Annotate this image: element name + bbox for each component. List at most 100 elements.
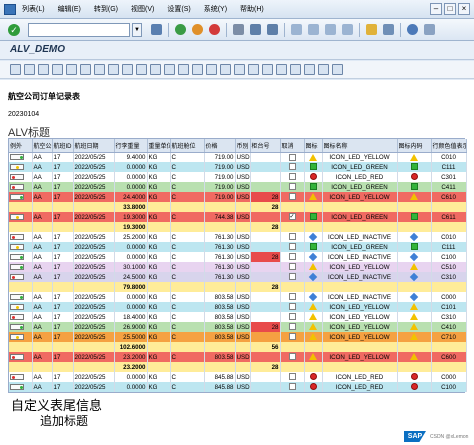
checkbox[interactable] bbox=[288, 353, 296, 361]
menu-help[interactable]: 帮助(H) bbox=[240, 4, 264, 14]
previous-page-icon[interactable] bbox=[308, 24, 319, 35]
cancel-checkbox[interactable] bbox=[280, 312, 305, 322]
checkbox[interactable] bbox=[288, 163, 296, 171]
customize-layout-icon[interactable] bbox=[424, 24, 435, 35]
cancel-icon[interactable] bbox=[209, 24, 220, 35]
table-row[interactable]: AA 17 2022/05/25 26.9000 KG C 803.58 USD 28 ICON_… bbox=[9, 322, 467, 332]
menu-system[interactable]: 系统(Y) bbox=[204, 4, 227, 14]
information-icon[interactable] bbox=[332, 64, 343, 75]
cancel-checkbox[interactable]: ✓ bbox=[280, 212, 305, 222]
sap-window-icon[interactable] bbox=[4, 4, 16, 15]
cancel-checkbox[interactable] bbox=[280, 152, 305, 162]
print-icon[interactable] bbox=[233, 24, 244, 35]
cancel-checkbox[interactable] bbox=[280, 202, 305, 212]
back-icon[interactable] bbox=[175, 24, 186, 35]
checkbox[interactable] bbox=[288, 193, 296, 201]
checkbox[interactable] bbox=[288, 253, 296, 261]
cancel-checkbox[interactable] bbox=[280, 222, 305, 232]
new-session-icon[interactable] bbox=[366, 24, 377, 35]
checkbox[interactable] bbox=[288, 273, 296, 281]
command-dropdown-icon[interactable]: ▼ bbox=[132, 22, 142, 37]
checkbox[interactable] bbox=[288, 383, 296, 391]
checkbox[interactable] bbox=[288, 233, 296, 241]
select-all-icon[interactable] bbox=[304, 64, 315, 75]
sort-ascending-icon[interactable] bbox=[38, 64, 49, 75]
cancel-checkbox[interactable] bbox=[280, 232, 305, 242]
local-file-icon[interactable] bbox=[178, 64, 189, 75]
column-header[interactable]: 图标名称 bbox=[322, 139, 398, 153]
cancel-checkbox[interactable] bbox=[280, 172, 305, 182]
menu-settings[interactable]: 设置(S) bbox=[167, 4, 190, 14]
deselect-all-icon[interactable] bbox=[318, 64, 329, 75]
maximize-icon[interactable]: □ bbox=[444, 3, 456, 15]
subtotal-row[interactable]: 23.2000 28 bbox=[9, 362, 467, 372]
table-row[interactable]: AA 17 2022/05/25 0.0000 KG C 845.88 USD ICON_LED… bbox=[9, 382, 467, 392]
cancel-checkbox[interactable] bbox=[280, 282, 305, 292]
column-header[interactable]: 航班日期 bbox=[73, 139, 115, 153]
column-header[interactable]: 取消 bbox=[280, 139, 305, 153]
checkbox[interactable] bbox=[288, 173, 296, 181]
column-header[interactable]: 价格 bbox=[204, 139, 236, 153]
subtotal-row[interactable]: 19.3000 28 bbox=[9, 222, 467, 232]
column-header[interactable]: 图标 bbox=[304, 139, 323, 153]
table-row[interactable]: AA 17 2022/05/25 23.2000 KG C 803.58 USD ICON_LE… bbox=[9, 352, 467, 362]
grid-view-icon[interactable] bbox=[276, 64, 287, 75]
cancel-checkbox[interactable] bbox=[280, 192, 305, 202]
list-view-icon[interactable] bbox=[290, 64, 301, 75]
column-header[interactable]: 航空公司 bbox=[32, 139, 53, 153]
cancel-checkbox[interactable] bbox=[280, 382, 305, 392]
sort-descending-icon[interactable] bbox=[52, 64, 63, 75]
table-row[interactable]: AA 17 2022/05/25 0.0000 KG C 761.30 USD ICON_LED… bbox=[9, 242, 467, 252]
table-row[interactable]: AA 17 2022/05/25 25.5000 KG C 803.58 USD ICON_LE… bbox=[9, 332, 467, 342]
save-icon[interactable] bbox=[151, 24, 162, 35]
checkbox[interactable] bbox=[288, 333, 296, 341]
column-header[interactable]: 例外 bbox=[9, 139, 33, 153]
choose-layout-icon[interactable] bbox=[248, 64, 259, 75]
checkbox[interactable]: ✓ bbox=[288, 213, 296, 221]
export-icon[interactable] bbox=[136, 64, 147, 75]
checkbox[interactable] bbox=[288, 263, 296, 271]
column-header[interactable]: 航班ID bbox=[52, 139, 74, 153]
table-row[interactable]: AA 17 2022/05/25 0.0000 KG C 803.58 USD ICON_LED… bbox=[9, 302, 467, 312]
checkbox[interactable] bbox=[288, 323, 296, 331]
table-row[interactable]: AA 17 2022/05/25 30.1000 KG C 761.30 USD ICON_LE… bbox=[9, 262, 467, 272]
first-page-icon[interactable] bbox=[291, 24, 302, 35]
enter-icon[interactable]: ✓ bbox=[8, 23, 20, 36]
table-row[interactable]: AA 17 2022/05/25 0.0000 KG C 719.00 USD ICON_LED… bbox=[9, 172, 467, 182]
column-header[interactable]: 行颜色值表示 bbox=[431, 139, 467, 153]
save-layout-icon[interactable] bbox=[262, 64, 273, 75]
table-row[interactable]: AA 17 2022/05/25 19.3000 KG C 744.38 USD ✓ ICON_L… bbox=[9, 212, 467, 222]
menu-edit[interactable]: 编辑(E) bbox=[58, 4, 81, 14]
cancel-checkbox[interactable] bbox=[280, 322, 305, 332]
command-field[interactable] bbox=[28, 22, 130, 37]
close-icon[interactable]: × bbox=[458, 3, 470, 15]
column-header[interactable]: 柜台号 bbox=[250, 139, 281, 153]
spreadsheet-icon[interactable] bbox=[164, 64, 175, 75]
cancel-checkbox[interactable] bbox=[280, 302, 305, 312]
checkbox[interactable] bbox=[288, 313, 296, 321]
cancel-checkbox[interactable] bbox=[280, 292, 305, 302]
find-icon[interactable] bbox=[250, 24, 261, 35]
subtotal-icon[interactable] bbox=[108, 64, 119, 75]
subtotal-row[interactable]: 33.8000 28 bbox=[9, 202, 467, 212]
checkbox[interactable] bbox=[288, 243, 296, 251]
table-row[interactable]: AA 17 2022/05/25 24.4000 KG C 719.00 USD 28 ICON_… bbox=[9, 192, 467, 202]
table-row[interactable]: AA 17 2022/05/25 9.4000 KG C 719.00 USD ICON_LED… bbox=[9, 152, 467, 162]
menu-view[interactable]: 视图(V) bbox=[131, 4, 154, 14]
set-filter-icon[interactable] bbox=[66, 64, 77, 75]
column-header[interactable]: 航班舱位 bbox=[170, 139, 205, 153]
checkbox[interactable] bbox=[288, 293, 296, 301]
next-page-icon[interactable] bbox=[325, 24, 336, 35]
cancel-checkbox[interactable] bbox=[280, 242, 305, 252]
shortcut-icon[interactable] bbox=[383, 24, 394, 35]
details-icon[interactable] bbox=[10, 64, 21, 75]
refresh-icon[interactable] bbox=[24, 64, 35, 75]
cancel-checkbox[interactable] bbox=[280, 342, 305, 352]
abc-analysis-icon[interactable] bbox=[220, 64, 231, 75]
table-row[interactable]: AA 17 2022/05/25 0.0000 KG C 803.58 USD ICON_LED… bbox=[9, 292, 467, 302]
cancel-checkbox[interactable] bbox=[280, 332, 305, 342]
cancel-checkbox[interactable] bbox=[280, 372, 305, 382]
exit-icon[interactable] bbox=[192, 24, 203, 35]
checkbox[interactable] bbox=[288, 183, 296, 191]
print-preview-icon[interactable] bbox=[122, 64, 133, 75]
